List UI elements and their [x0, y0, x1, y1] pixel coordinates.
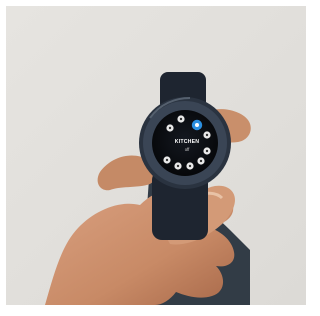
watch-state-label: off — [184, 147, 190, 152]
photo-illustration — [0, 0, 312, 311]
watch-room-label: KITCHEN — [174, 139, 200, 145]
photo-scene: KITCHEN off — [0, 0, 312, 311]
